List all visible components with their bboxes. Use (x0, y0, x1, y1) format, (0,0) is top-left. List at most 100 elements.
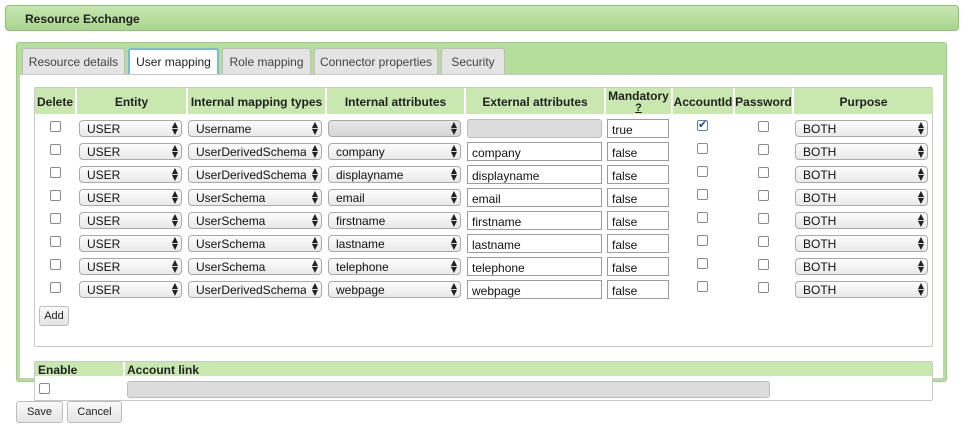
delete-checkbox[interactable] (50, 282, 61, 293)
account-id-checkbox[interactable] (697, 212, 708, 223)
entity-select[interactable]: USER ▲ ▼ (79, 189, 182, 206)
mandatory-input[interactable]: false (607, 142, 669, 161)
mandatory-input[interactable]: false (607, 257, 669, 276)
mapping-type-select[interactable]: UserSchema ▲ ▼ (188, 212, 322, 229)
external-attribute-input[interactable]: lastname (467, 234, 602, 253)
entity-select[interactable]: USER ▲ ▼ (79, 120, 182, 137)
mandatory-label: Mandatory (608, 89, 669, 103)
up-down-arrows-icon: ▲ ▼ (171, 258, 178, 274)
mapping-type-select[interactable]: UserDerivedSchema ▲ ▼ (188, 281, 322, 298)
password-checkbox[interactable] (758, 190, 769, 201)
mapping-type-select[interactable]: UserDerivedSchema ▲ ▼ (188, 166, 322, 183)
account-id-checkbox[interactable] (697, 281, 708, 292)
user-mapping-panel: Delete Entity Internal mapping types Int… (19, 74, 944, 401)
password-checkbox[interactable] (758, 144, 769, 155)
entity-select[interactable]: USER ▲ ▼ (79, 258, 182, 275)
entity-select[interactable]: USER ▲ ▼ (79, 212, 182, 229)
account-id-checkbox[interactable] (697, 166, 708, 177)
save-button[interactable]: Save (16, 401, 63, 423)
password-checkbox[interactable] (758, 121, 769, 132)
delete-checkbox[interactable] (50, 259, 61, 270)
tab-user-mapping[interactable]: User mapping (128, 48, 219, 75)
external-attribute-input[interactable]: company (467, 142, 602, 161)
external-attribute-input[interactable]: telephone (467, 257, 602, 276)
header-internal-attributes: Internal attributes (327, 88, 465, 114)
external-attribute-input[interactable]: displayname (467, 165, 602, 184)
purpose-select[interactable]: BOTH ▲ ▼ (795, 212, 928, 229)
internal-attribute-select[interactable]: telephone ▲ ▼ (328, 258, 461, 275)
entity-select[interactable]: USER ▲ ▼ (79, 281, 182, 298)
mapping-type-select[interactable]: Username ▲ ▼ (188, 120, 322, 137)
entity-select[interactable]: USER ▲ ▼ (79, 235, 182, 252)
delete-checkbox[interactable] (50, 144, 61, 155)
account-id-checkbox[interactable] (697, 143, 708, 154)
mapping-type-select[interactable]: UserSchema ▲ ▼ (188, 258, 322, 275)
mandatory-help-link[interactable]: ? (606, 102, 671, 114)
password-checkbox[interactable] (758, 282, 769, 293)
cancel-button[interactable]: Cancel (67, 401, 122, 423)
external-attribute-input[interactable] (467, 119, 602, 138)
delete-checkbox[interactable] (50, 213, 61, 224)
account-id-checkbox[interactable] (697, 118, 708, 131)
internal-attribute-select[interactable]: firstname ▲ ▼ (328, 212, 461, 229)
up-down-arrows-icon: ▲ ▼ (450, 235, 457, 251)
purpose-select[interactable]: BOTH ▲ ▼ (795, 120, 928, 137)
internal-attribute-select[interactable]: company ▲ ▼ (328, 143, 461, 160)
mandatory-input[interactable]: false (607, 165, 669, 184)
mapping-type-select[interactable]: UserDerivedSchema ▲ ▼ (188, 143, 322, 160)
internal-attribute-select[interactable]: webpage ▲ ▼ (328, 281, 461, 298)
purpose-select[interactable]: BOTH ▲ ▼ (795, 166, 928, 183)
header-delete: Delete (35, 88, 76, 114)
delete-checkbox[interactable] (50, 121, 61, 132)
external-attribute-input[interactable]: email (467, 188, 602, 207)
up-down-arrows-icon: ▲ ▼ (311, 143, 318, 159)
mandatory-input[interactable]: true (607, 119, 669, 138)
delete-checkbox[interactable] (50, 190, 61, 201)
header-internal-mapping-types: Internal mapping types (188, 88, 326, 114)
purpose-select[interactable]: BOTH ▲ ▼ (795, 143, 928, 160)
delete-checkbox[interactable] (50, 236, 61, 247)
password-checkbox[interactable] (758, 167, 769, 178)
edit-dialog: Resource details User mapping Role mappi… (16, 42, 947, 401)
purpose-select[interactable]: BOTH ▲ ▼ (795, 258, 928, 275)
up-down-arrows-icon: ▲ ▼ (171, 212, 178, 228)
add-mapping-button[interactable]: Add (39, 306, 69, 326)
purpose-select[interactable]: BOTH ▲ ▼ (795, 281, 928, 298)
internal-attribute-select[interactable]: ▲ ▼ (328, 120, 461, 137)
password-checkbox[interactable] (758, 236, 769, 247)
mapping-table: Delete Entity Internal mapping types Int… (34, 87, 933, 347)
entity-select[interactable]: USER ▲ ▼ (79, 143, 182, 160)
account-id-checkbox[interactable] (697, 235, 708, 246)
password-checkbox[interactable] (758, 259, 769, 270)
purpose-select[interactable]: BOTH ▲ ▼ (795, 235, 928, 252)
external-attribute-input[interactable]: firstname (467, 211, 602, 230)
purpose-select[interactable]: BOTH ▲ ▼ (795, 189, 928, 206)
internal-attribute-select[interactable]: lastname ▲ ▼ (328, 235, 461, 252)
header-external-attributes: External attributes (466, 88, 605, 114)
account-link-input[interactable] (127, 381, 770, 398)
internal-attribute-select[interactable]: email ▲ ▼ (328, 189, 461, 206)
tab-connector-properties[interactable]: Connector properties (314, 48, 438, 74)
mandatory-input[interactable]: false (607, 188, 669, 207)
mandatory-input[interactable]: false (607, 234, 669, 253)
up-down-arrows-icon: ▲ ▼ (917, 235, 924, 251)
up-down-arrows-icon: ▲ ▼ (171, 235, 178, 251)
header-mandatory: Mandatory? (606, 88, 672, 114)
up-down-arrows-icon: ▲ ▼ (171, 166, 178, 182)
password-checkbox[interactable] (758, 213, 769, 224)
mandatory-input[interactable]: false (607, 211, 669, 230)
mapping-type-select[interactable]: UserSchema ▲ ▼ (188, 235, 322, 252)
delete-checkbox[interactable] (50, 167, 61, 178)
external-attribute-input[interactable]: webpage (467, 280, 602, 299)
mandatory-input[interactable]: false (607, 280, 669, 299)
up-down-arrows-icon: ▲ ▼ (917, 212, 924, 228)
tab-role-mapping[interactable]: Role mapping (222, 48, 311, 74)
mapping-type-select[interactable]: UserSchema ▲ ▼ (188, 189, 322, 206)
internal-attribute-select[interactable]: displayname ▲ ▼ (328, 166, 461, 183)
account-id-checkbox[interactable] (697, 258, 708, 269)
account-id-checkbox[interactable] (697, 189, 708, 200)
enable-account-link-checkbox[interactable] (39, 383, 50, 394)
entity-select[interactable]: USER ▲ ▼ (79, 166, 182, 183)
tab-resource-details[interactable]: Resource details (22, 48, 125, 74)
tab-security[interactable]: Security (441, 48, 505, 74)
